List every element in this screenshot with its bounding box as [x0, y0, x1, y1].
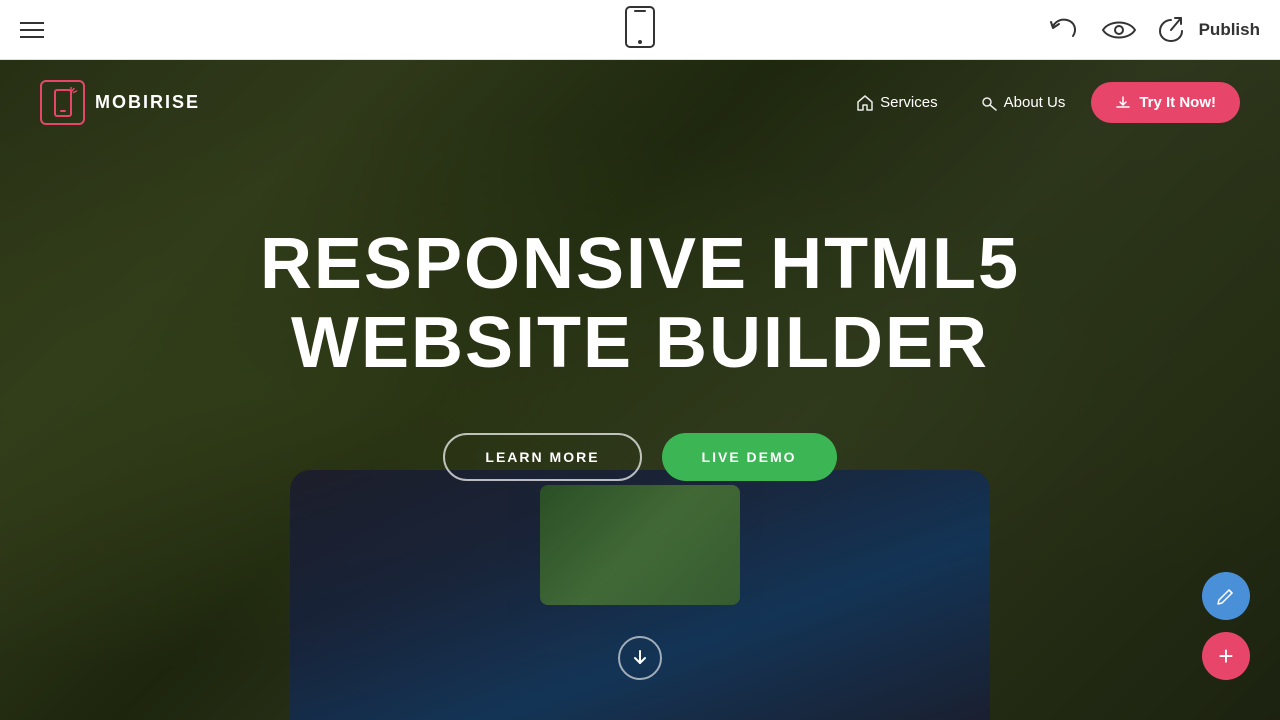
live-demo-button[interactable]: LIVE DEMO: [662, 433, 837, 481]
hamburger-menu-icon[interactable]: [20, 22, 44, 38]
toolbar-left: [20, 22, 44, 38]
hero-image: [290, 470, 990, 720]
try-now-button[interactable]: Try It Now!: [1091, 82, 1240, 123]
services-label: Services: [880, 94, 938, 111]
logo-icon: [40, 80, 85, 125]
toolbar-right: Publish: [1049, 16, 1260, 44]
learn-more-button[interactable]: LEARN MORE: [443, 433, 641, 481]
hero-title-line2: WEBSITE BUILDER: [291, 303, 989, 383]
about-label: About Us: [1004, 94, 1066, 111]
nav-about[interactable]: About Us: [964, 86, 1082, 120]
hero-buttons: LEARN MORE LIVE DEMO: [0, 433, 1280, 481]
fab-add-button[interactable]: +: [1202, 632, 1250, 680]
hero-title-line1: RESPONSIVE HTML5: [260, 224, 1020, 304]
logo-rays: [64, 87, 78, 106]
publish-button[interactable]: Publish: [1157, 16, 1260, 44]
toolbar-center: [625, 6, 655, 53]
plus-icon: +: [1218, 643, 1233, 669]
hero-title: RESPONSIVE HTML5 WEBSITE BUILDER: [0, 225, 1280, 383]
try-now-label: Try It Now!: [1139, 94, 1216, 111]
preview-icon[interactable]: [1101, 16, 1137, 44]
nav-links: Services About Us Try It Now!: [840, 82, 1240, 123]
home-icon: [856, 94, 874, 112]
website-preview-area: MOBIRISE Services About Us: [0, 60, 1280, 720]
fab-edit-button[interactable]: [1202, 572, 1250, 620]
undo-icon[interactable]: [1049, 16, 1081, 44]
phone-preview-icon[interactable]: [625, 6, 655, 48]
site-logo: MOBIRISE: [40, 80, 200, 125]
nav-services[interactable]: Services: [840, 86, 954, 120]
edit-pencil-icon: [1216, 586, 1236, 606]
site-nav: MOBIRISE Services About Us: [0, 60, 1280, 145]
download-icon: [1115, 95, 1131, 111]
arrow-down-icon: [631, 649, 649, 667]
key-icon: [980, 94, 998, 112]
editor-toolbar: Publish: [0, 0, 1280, 60]
logo-text: MOBIRISE: [95, 92, 200, 113]
publish-label: Publish: [1199, 20, 1260, 40]
scroll-down-button[interactable]: [618, 636, 662, 680]
hero-content: RESPONSIVE HTML5 WEBSITE BUILDER LEARN M…: [0, 145, 1280, 481]
